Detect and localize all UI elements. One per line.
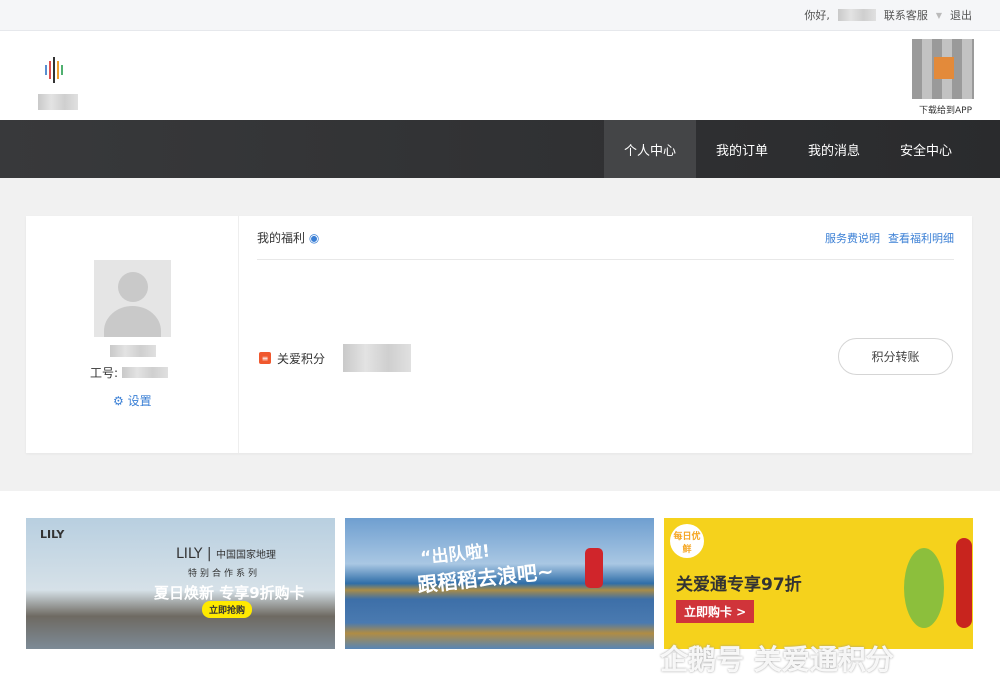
employee-id: 工号: [90, 364, 169, 381]
username-blurred [837, 9, 876, 21]
benefit-detail-link[interactable]: 查看福利明细 [888, 232, 954, 245]
banner-partner: 中国国家地理 [216, 550, 277, 561]
nav-security-center[interactable]: 安全中心 [880, 120, 972, 178]
banner-lily[interactable]: LILY LILY | 中国国家地理 特别合作系列 夏日焕新 专享9折购卡 立即… [26, 518, 335, 649]
banner-headline: 夏日焕新 专享9折购卡 [154, 584, 305, 602]
gear-icon: ⚙ [113, 394, 124, 408]
watermark: 企鹅号 关爱通积分 [660, 643, 894, 676]
points-label: 关爱积分 [277, 351, 326, 366]
banner-fresh[interactable]: 每日优鲜 关爱通专享97折 立即购卡 > [664, 518, 973, 649]
employee-id-label: 工号: [90, 366, 119, 380]
banner-cta[interactable]: 立即购卡 > [676, 600, 755, 623]
benefits-title: 我的福利 [257, 231, 306, 245]
main-area: 工号: ⚙ 设置 我的福利 ◉ 服务费说明 查看福利明细 ≡ 关爱积分 积分转账 [0, 178, 1000, 491]
care-points: ≡ 关爱积分 [259, 344, 412, 372]
points-icon: ≡ [259, 352, 271, 364]
logo-icon [45, 57, 63, 83]
jumping-person [585, 548, 603, 588]
pepper [956, 538, 972, 628]
banner-badge: 每日优鲜 [670, 524, 704, 558]
nav-my-orders[interactable]: 我的订单 [696, 120, 788, 178]
customer-service-link[interactable]: 联系客服 [884, 7, 928, 23]
top-bar: 你好, 联系客服 ▼ 退出 [0, 0, 1000, 31]
settings-label: 设置 [127, 394, 152, 408]
eye-icon[interactable]: ◉ [309, 231, 319, 245]
qr-label: 下载给到APP [918, 106, 972, 116]
logout-link[interactable]: 退出 [950, 7, 972, 23]
app-qr-code [912, 39, 974, 99]
avatar[interactable] [94, 260, 171, 337]
account-card: 工号: ⚙ 设置 我的福利 ◉ 服务费说明 查看福利明细 ≡ 关爱积分 积分转账 [26, 216, 972, 453]
header: 下载给到APP [0, 31, 1000, 120]
banner-cta[interactable]: 立即抢购 [202, 601, 253, 618]
settings-link[interactable]: ⚙ 设置 [113, 392, 152, 409]
banner-headline: 关爱通专享97折 [676, 575, 802, 595]
avocado [904, 548, 944, 628]
nav-my-messages[interactable]: 我的消息 [788, 120, 880, 178]
main-nav: 个人中心 我的订单 我的消息 安全中心 [0, 120, 1000, 178]
benefits-panel: 我的福利 ◉ 服务费说明 查看福利明细 ≡ 关爱积分 积分转账 [239, 216, 972, 453]
banner-brand: LILY [40, 528, 65, 541]
banner-series: 特别合作系列 [188, 569, 261, 579]
service-fee-link[interactable]: 服务费说明 [825, 232, 880, 245]
nav-personal-center[interactable]: 个人中心 [604, 120, 696, 178]
greeting: 你好, [804, 9, 830, 22]
banner-brand-2: LILY [176, 546, 203, 562]
banner-travel[interactable]: “出队啦! 跟稻稻去浪吧~ [345, 518, 654, 649]
profile-panel: 工号: ⚙ 设置 [26, 216, 239, 453]
company-logo[interactable] [38, 55, 78, 129]
points-value-blurred [343, 344, 412, 372]
chevron-down-icon: ▼ [935, 10, 942, 20]
user-name-blurred [110, 345, 156, 357]
points-transfer-button[interactable]: 积分转账 [838, 338, 953, 375]
promo-banners: LILY LILY | 中国国家地理 特别合作系列 夏日焕新 专享9折购卡 立即… [26, 518, 973, 649]
